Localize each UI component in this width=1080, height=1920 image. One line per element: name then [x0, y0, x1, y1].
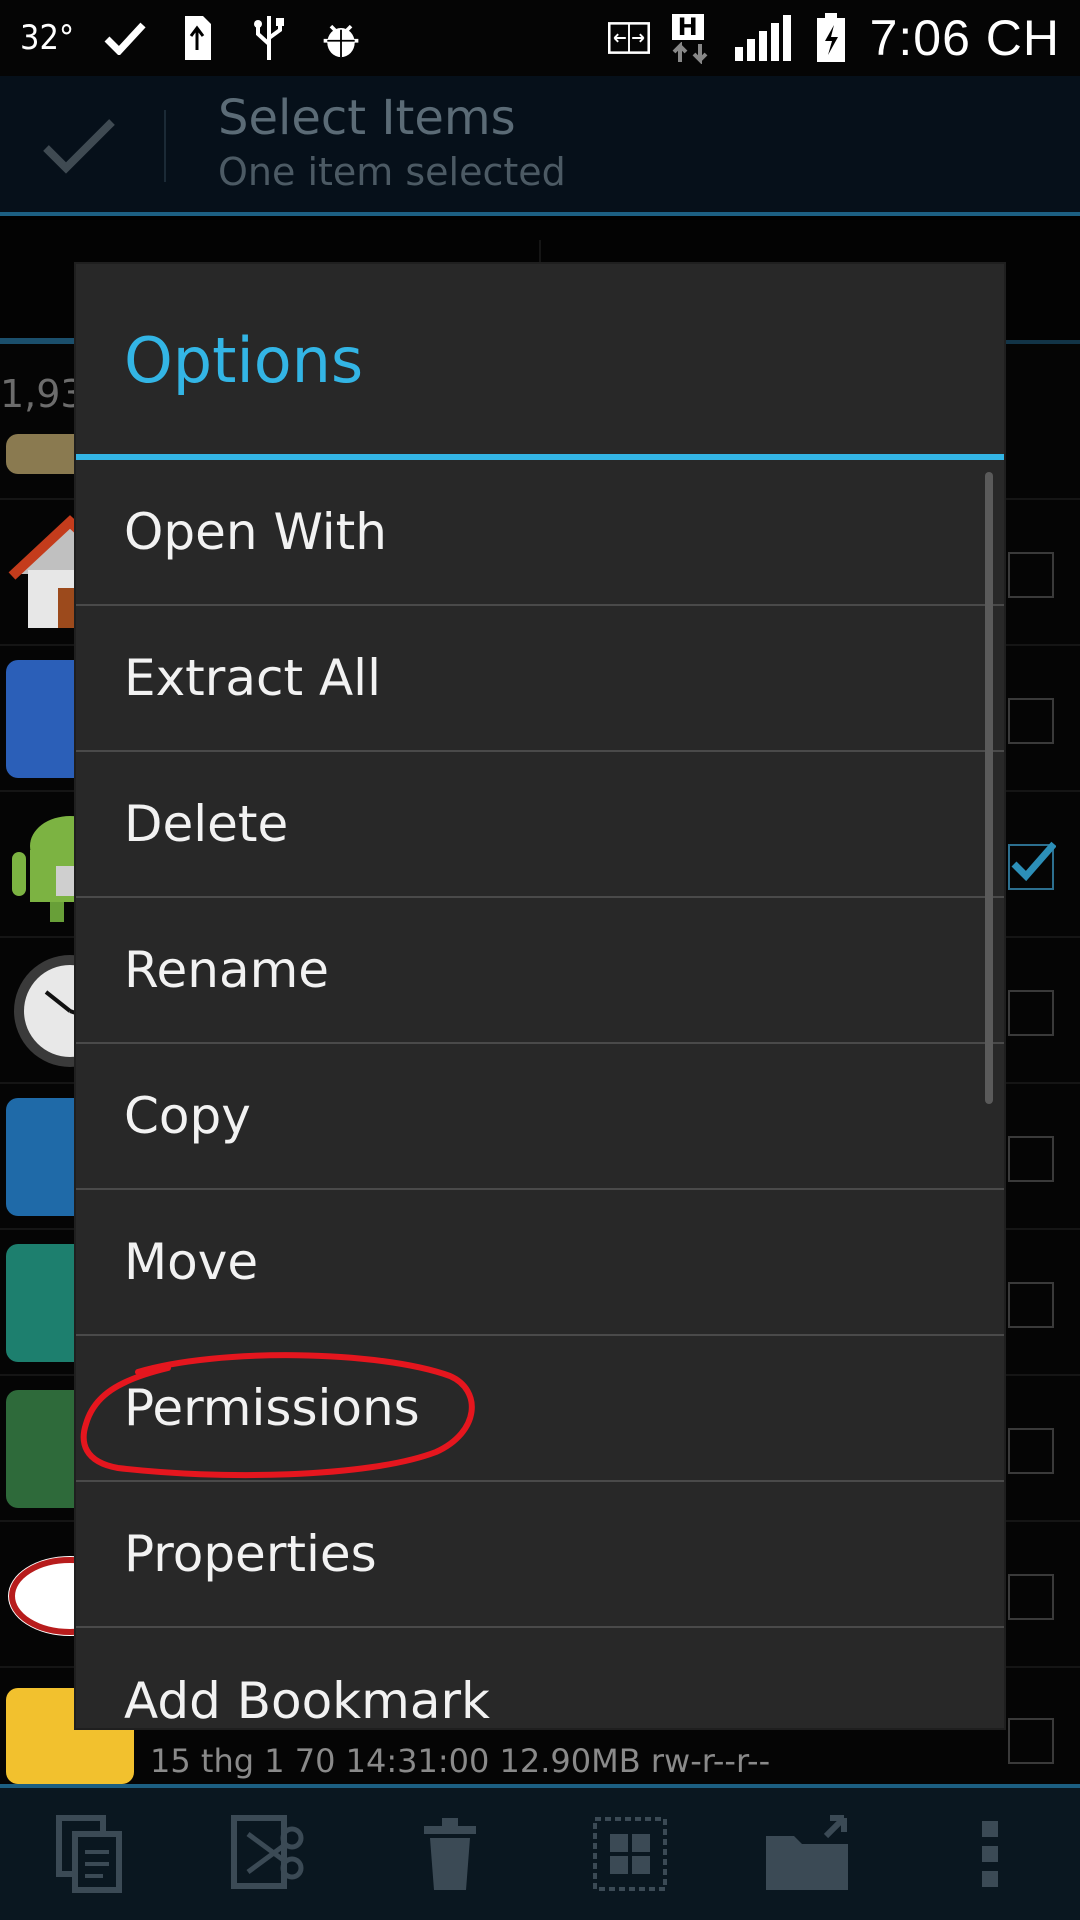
menu-item-move[interactable]: Move — [76, 1190, 1004, 1336]
sd-card-usb-icon — [176, 16, 218, 60]
check-icon — [104, 16, 146, 60]
action-bar-divider — [164, 110, 166, 182]
menu-item-open-with[interactable]: Open With — [76, 460, 1004, 606]
file-meta: 15 thg 1 70 14:31:00 12.90MB rw-r--r-- — [150, 1742, 771, 1780]
status-bar: 32° H 7:06 CH — [0, 0, 1080, 76]
debug-bug-icon — [320, 16, 362, 60]
item-checkbox[interactable] — [1008, 1718, 1054, 1764]
signal-strength-icon — [732, 15, 792, 61]
options-menu: Open With Extract All Delete Rename Copy… — [76, 460, 1004, 1728]
contextual-action-bar: Select Items One item selected — [0, 76, 1080, 216]
trash-icon — [424, 1818, 476, 1890]
cut-button[interactable] — [220, 1804, 320, 1904]
cut-icon — [231, 1815, 304, 1889]
hspa-data-icon: H — [668, 14, 714, 64]
menu-item-properties[interactable]: Properties — [76, 1482, 1004, 1628]
select-all-icon — [593, 1817, 667, 1891]
clock: 7:06 CH — [869, 10, 1060, 66]
battery-charging-icon — [810, 13, 852, 62]
item-checkbox[interactable] — [1008, 990, 1054, 1036]
move-to-folder-button[interactable] — [760, 1804, 860, 1904]
done-check-icon[interactable] — [40, 116, 120, 176]
item-checkbox[interactable] — [1008, 1282, 1054, 1328]
menu-item-rename[interactable]: Rename — [76, 898, 1004, 1044]
copy-icon — [56, 1815, 122, 1893]
item-checkbox[interactable] — [1008, 1136, 1054, 1182]
network-type-badge: H — [671, 14, 704, 40]
delete-button[interactable] — [400, 1804, 500, 1904]
item-checkbox-checked[interactable] — [1008, 841, 1056, 890]
item-checkbox[interactable] — [1008, 552, 1054, 598]
item-checkbox[interactable] — [1008, 698, 1054, 744]
folder-move-icon — [766, 1815, 848, 1890]
copy-button[interactable] — [40, 1804, 140, 1904]
more-vert-icon — [982, 1821, 998, 1887]
selection-count: One item selected — [218, 150, 566, 194]
item-checkbox[interactable] — [1008, 1574, 1054, 1620]
menu-item-delete[interactable]: Delete — [76, 752, 1004, 898]
menu-item-copy[interactable]: Copy — [76, 1044, 1004, 1190]
usb-icon — [248, 16, 290, 60]
dialog-title: Options — [124, 324, 364, 397]
overflow-menu-button[interactable] — [940, 1804, 1040, 1904]
screen-mirror-icon — [607, 16, 650, 60]
select-all-button[interactable] — [580, 1804, 680, 1904]
menu-item-permissions[interactable]: Permissions — [76, 1336, 1004, 1482]
page-title: Select Items — [218, 90, 516, 146]
menu-item-add-bookmark[interactable]: Add Bookmark — [76, 1628, 1004, 1728]
options-dialog: Options Open With Extract All Delete Ren… — [76, 264, 1004, 1728]
temperature-indicator: 32° — [20, 18, 75, 58]
menu-item-extract-all[interactable]: Extract All — [76, 606, 1004, 752]
bottom-toolbar — [0, 1784, 1080, 1920]
item-checkbox[interactable] — [1008, 1428, 1054, 1474]
menu-scrollbar[interactable] — [985, 472, 993, 1104]
